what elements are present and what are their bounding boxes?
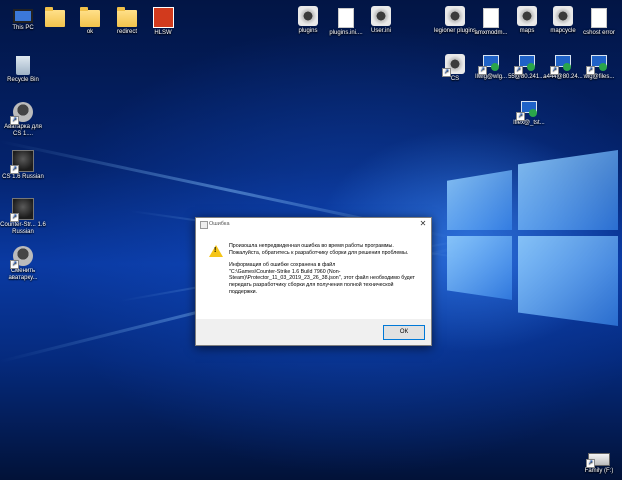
error-message-line: Пожалуйста, обратитесь к разработчику сб… (229, 249, 409, 256)
network-shortcut-icon (514, 54, 537, 75)
folder-icon (80, 7, 100, 27)
settings-file-icon (442, 54, 465, 77)
network-shortcut-icon (516, 100, 539, 121)
text-file-icon (591, 8, 607, 28)
error-info-line: Информация об ошибке сохранена в файл (229, 262, 336, 269)
computer-icon (13, 9, 33, 23)
close-icon[interactable]: ✕ (418, 219, 428, 229)
text-file-icon (483, 8, 499, 28)
window-logo-pane (518, 150, 618, 230)
settings-file-icon (298, 6, 318, 26)
desktop-icon-hlsw[interactable]: HLSW (140, 6, 186, 37)
window-logo-pane (447, 236, 512, 300)
error-dialog: Ошибка ✕ ! Произошла непредвиденная ошиб… (195, 217, 432, 346)
desktop-icon-label: wlg@files... (583, 74, 615, 80)
network-shortcut-icon (478, 54, 501, 75)
settings-file-icon (517, 6, 537, 26)
settings-file-icon (445, 6, 465, 26)
desktop-icon-avatar-cs[interactable]: Аватарка для CS 1.... (0, 102, 46, 138)
dialog-titlebar[interactable]: Ошибка ✕ (196, 218, 431, 231)
drive-icon (586, 453, 610, 468)
ok-button[interactable]: ОК (383, 325, 425, 340)
desktop-icon-counter-strike[interactable]: Counter-Str... 1.6 Russian (0, 198, 46, 236)
desktop-icon-label: Counter-Str... 1.6 Russian (0, 222, 46, 235)
error-info-path: "C:\Games\Counter-Strike 1.6 Build 7960 … (229, 268, 415, 295)
dialog-footer: ОК (196, 319, 431, 345)
desktop-icon-label: cshost error (583, 30, 615, 36)
settings-file-icon (371, 6, 391, 26)
hlsw-icon (152, 7, 174, 28)
window-logo-pane (518, 236, 618, 326)
desktop-icon-label: HLSW (154, 30, 172, 36)
window-logo-pane (447, 170, 512, 230)
text-file-icon (338, 8, 354, 28)
desktop-icon-user-ini[interactable]: User.ini (358, 6, 404, 35)
dialog-title: Ошибка (209, 221, 230, 227)
desktop-icon-network-shortcut[interactable]: wlg@files... (576, 54, 622, 81)
desktop-icon-label: Сменить аватарку... (8, 268, 38, 281)
dialog-message: Произошла непредвиденная ошибка во время… (229, 243, 421, 295)
counter-strike-icon (10, 198, 34, 222)
avatar-icon (10, 102, 33, 125)
desktop-icon-label: Family (F:) (584, 468, 614, 474)
desktop-icon-label: Аватарка для CS 1.... (4, 124, 42, 137)
network-shortcut-icon (550, 54, 573, 75)
desktop-icon-family-drive[interactable]: Family (F:) (576, 446, 622, 475)
recycle-bin-icon (16, 56, 30, 75)
settings-file-icon (553, 6, 573, 26)
folder-icon (117, 7, 137, 27)
desktop-icon-label: lflex@_tst... (513, 120, 545, 126)
desktop-icon-network-shortcut[interactable]: lflex@_tst... (506, 100, 552, 127)
network-shortcut-icon (586, 54, 609, 75)
desktop-icon-cs-16-russian[interactable]: CS 1.6 Russian (0, 150, 46, 181)
desktop-icon-change-avatar[interactable]: Сменить аватарку... (0, 246, 46, 282)
desktop-icon-cshost-error[interactable]: cshost error (576, 6, 622, 37)
avatar-icon (10, 246, 33, 269)
desktop-icon-label: CS 1.6 Russian (2, 174, 44, 180)
desktop-icon-recycle-bin[interactable]: Recycle Bin (0, 54, 46, 84)
desktop-icon-label: User.ini (370, 28, 391, 34)
desktop-background: This PC Recycle Bin Аватарка для CS 1...… (0, 0, 622, 480)
error-message-line: Произошла непредвиденная ошибка во время… (229, 243, 394, 249)
counter-strike-icon (10, 150, 34, 174)
warning-icon: ! (209, 245, 223, 257)
folder-icon (45, 7, 65, 27)
desktop-icon-label: Recycle Bin (7, 77, 39, 83)
app-icon (200, 221, 208, 229)
